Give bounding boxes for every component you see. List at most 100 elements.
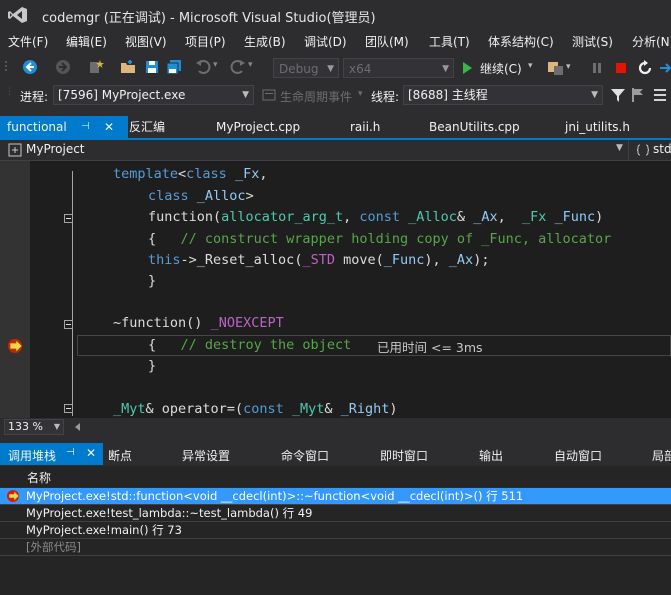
code-token: , [497, 209, 522, 225]
callstack-row[interactable]: MyProject.exe!test_lambda::~test_lambda(… [0, 505, 671, 522]
menu-debug[interactable]: 调试(D) [304, 33, 347, 50]
pause-icon[interactable] [589, 60, 605, 76]
toolbar-grip-icon [5, 61, 7, 71]
tab-beanutilits-cpp[interactable]: BeanUtilits.cpp [429, 116, 520, 138]
pin-icon[interactable]: ⊣ [81, 116, 90, 138]
code-token: _Right [340, 401, 390, 417]
frame-text: [外部代码] [26, 540, 81, 554]
breakpoint-current-statement-icon[interactable] [7, 338, 25, 354]
tab-disassembly[interactable]: 反汇编 [129, 116, 165, 138]
tab-functional[interactable]: functional ⊣ ✕ [0, 116, 128, 138]
breakpoint-margin[interactable] [0, 161, 30, 418]
attach-process-icon[interactable] [547, 59, 565, 77]
callstack-row[interactable]: MyProject.exe!main() 行 73 [0, 522, 671, 539]
lifecycle-events-icon[interactable] [262, 88, 276, 102]
collapse-toggle[interactable] [64, 320, 73, 329]
menu-edit[interactable]: 编辑(E) [66, 33, 107, 50]
code-token: =( [226, 401, 244, 417]
tab-callstack[interactable]: 调用堆栈 ⊣ ✕ [0, 443, 103, 465]
close-icon[interactable]: ✕ [86, 446, 96, 460]
redo-dropdown-icon[interactable]: ▾ [248, 60, 253, 70]
show-next-statement-icon[interactable] [658, 60, 671, 76]
callstack-row[interactable]: [外部代码] [0, 539, 671, 556]
tab-command-window[interactable]: 命令窗口 [281, 447, 329, 464]
platform-dropdown[interactable]: x64 ▼ [343, 58, 454, 78]
tab-jni-utilits-h[interactable]: jni_utilits.h [565, 116, 630, 138]
back-icon[interactable] [22, 59, 38, 75]
editor-status-strip [0, 418, 671, 436]
project-scope-dropdown[interactable]: MyProject [26, 142, 85, 156]
tab-exception-settings[interactable]: 异常设置 [182, 447, 230, 464]
pin-icon[interactable]: ⊣ [66, 447, 75, 458]
code-token: ) [389, 401, 398, 417]
stack-frame-icon[interactable] [652, 87, 668, 103]
menu-tools[interactable]: 工具(T) [429, 33, 470, 50]
tab-myproject-cpp[interactable]: MyProject.cpp [216, 116, 300, 138]
code-line: ~function() _NOEXCEPT [113, 313, 284, 334]
code-token: _Myt [291, 401, 325, 417]
code-token: -> [180, 252, 197, 268]
menu-analyze[interactable]: 分析(N) [632, 33, 671, 50]
chevron-down-icon: ▼ [616, 143, 623, 153]
open-folder-icon[interactable] [120, 59, 136, 75]
stop-icon[interactable] [613, 60, 629, 76]
current-frame-arrow-icon [7, 490, 20, 502]
code-token: _Fx [234, 166, 260, 182]
collapse-toggle[interactable] [64, 404, 73, 413]
menu-project[interactable]: 项目(P) [185, 33, 226, 50]
namespace-icon [636, 144, 650, 156]
menu-test[interactable]: 测试(S) [572, 33, 613, 50]
scroll-left-icon[interactable] [72, 421, 84, 433]
column-header-name[interactable]: 名称 [27, 469, 51, 486]
filter-icon[interactable] [610, 87, 626, 103]
menu-team[interactable]: 团队(M) [365, 33, 409, 50]
code-token: _Reset_alloc [196, 252, 295, 268]
tab-breakpoints[interactable]: 断点 [108, 447, 132, 464]
code-token: const [243, 401, 292, 417]
code-line: this->_Reset_alloc(_STD move(_Func), _Ax… [148, 250, 489, 271]
redo-icon[interactable] [230, 59, 246, 75]
code-token: this [148, 252, 181, 268]
restart-icon[interactable] [636, 59, 654, 77]
thread-dropdown[interactable]: [8688] 主线程 ▼ [403, 85, 603, 105]
menu-build[interactable]: 生成(B) [244, 33, 286, 50]
chevron-down-icon: ▾ [528, 61, 533, 71]
new-project-icon[interactable] [88, 59, 104, 75]
code-token: > [245, 188, 254, 204]
tab-autos[interactable]: 自动窗口 [554, 447, 602, 464]
code-editor[interactable]: template<class _Fx, class _Alloc> function… [0, 161, 671, 418]
collapse-toggle[interactable] [64, 214, 73, 223]
save-all-icon[interactable] [166, 59, 182, 75]
tab-output[interactable]: 输出 [479, 447, 503, 464]
close-icon[interactable]: ✕ [104, 116, 114, 138]
callstack-row[interactable]: MyProject.exe!std::function<void __cdecl… [0, 488, 671, 505]
menu-view[interactable]: 视图(V) [125, 33, 167, 50]
process-dropdown[interactable]: [7596] MyProject.exe ▼ [53, 85, 254, 105]
flag-threads-icon[interactable] [630, 87, 646, 103]
undo-icon[interactable] [195, 59, 211, 75]
menu-architecture[interactable]: 体系结构(C) [488, 33, 554, 50]
menu-file[interactable]: 文件(F) [8, 33, 48, 50]
code-line: function(allocator_arg_t, const _Alloc& … [148, 207, 603, 228]
forward-icon[interactable] [55, 59, 71, 75]
zoom-dropdown[interactable]: 133 % ▼ [4, 419, 64, 435]
save-icon[interactable] [144, 59, 160, 75]
tab-locals[interactable]: 局部 [652, 447, 671, 464]
code-token: } [148, 273, 157, 289]
tab-raii-h[interactable]: raii.h [350, 116, 380, 138]
frame-text: MyProject.exe!std::function<void __cdecl… [26, 489, 524, 503]
code-line: { // destroy the object [148, 335, 351, 356]
code-line: template<class _Fx, [113, 164, 267, 185]
code-token: ); [473, 252, 490, 268]
undo-dropdown-icon[interactable]: ▾ [213, 60, 218, 70]
tab-immediate-window[interactable]: 即时窗口 [380, 447, 428, 464]
code-token: () [186, 315, 211, 331]
tab-label: 调用堆栈 [8, 449, 57, 463]
callstack-header: 名称 [0, 466, 671, 487]
visual-studio-logo-icon [8, 7, 27, 23]
member-scope-dropdown[interactable]: std [653, 142, 671, 156]
code-token: { [148, 337, 181, 353]
solution-config-dropdown[interactable]: Debug ▼ [273, 58, 339, 78]
lifecycle-events-label[interactable]: 生命周期事件 [280, 88, 352, 105]
code-token: { [148, 231, 181, 247]
